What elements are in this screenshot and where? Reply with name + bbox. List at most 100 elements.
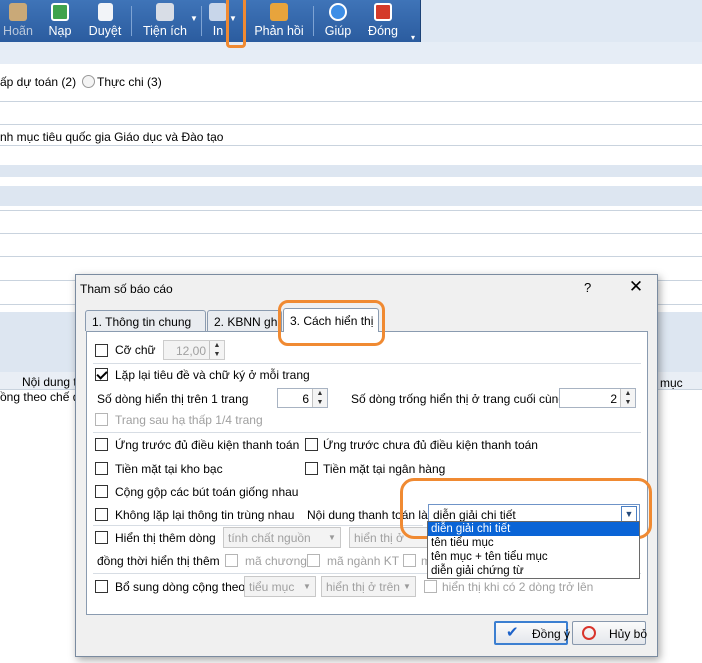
dialog-title: Tham số báo cáo <box>80 282 173 296</box>
divider <box>93 525 423 526</box>
extra-row-source-select[interactable]: tính chất nguồn ▼ <box>223 527 341 548</box>
divider <box>93 432 641 433</box>
cash-bank-checkbox[interactable] <box>305 462 318 475</box>
next-page-label: Trang sau hạ thấp 1/4 trang <box>115 413 263 427</box>
toolbar-separator <box>313 6 314 36</box>
total-by-select[interactable]: tiểu mục ▼ <box>244 576 316 597</box>
spin-arrows-icon[interactable]: ▲ ▼ <box>312 389 327 407</box>
no-repeat-checkbox[interactable] <box>95 508 108 521</box>
tab-general-info[interactable]: 1. Thông tin chung <box>85 310 206 331</box>
divider <box>0 233 702 234</box>
tools-icon <box>156 3 174 21</box>
blank-rows-label: Số dòng trống hiển thị ở trang cuối cùng <box>351 392 566 406</box>
font-size-label: Cỡ chữ <box>115 343 156 357</box>
tab-kbnn[interactable]: 2. KBNN ghi <box>207 310 282 331</box>
toolbar-utilities-button[interactable]: Tiện ích <box>139 0 191 42</box>
background-band <box>0 165 702 177</box>
total-two-rows-checkbox[interactable] <box>424 580 437 593</box>
column-item-header: mục <box>660 376 683 390</box>
toolbar-feedback-button[interactable]: Phản hồi <box>252 0 306 42</box>
sector-code-label: mã ngành KT <box>327 554 400 568</box>
toolbar-close-button[interactable]: Đóng <box>365 0 401 42</box>
font-size-spinner[interactable]: 12,00 ▲ ▼ <box>163 340 225 360</box>
total-position-select[interactable]: hiển thị ở trên ▼ <box>321 576 416 597</box>
toolbar-approve-button[interactable]: Duyệt <box>86 0 124 42</box>
show-extra-row-checkbox[interactable] <box>95 531 108 544</box>
dialog-help-button[interactable]: ? <box>584 280 591 295</box>
ok-button[interactable]: ✔ Đồng ý <box>494 621 570 645</box>
toolbar-undo-button[interactable]: Hoãn <box>0 0 36 42</box>
divider <box>0 256 702 257</box>
toolbar-help-button[interactable]: Giúp <box>321 0 355 42</box>
chapter-code-label: mã chương <box>245 554 307 568</box>
font-size-checkbox[interactable] <box>95 344 108 357</box>
toolbar-separator <box>201 6 202 36</box>
chevron-down-icon[interactable]: ▼ <box>621 506 637 522</box>
add-total-row-label: Bổ sung dòng cộng theo <box>115 580 246 594</box>
dropdown-option-item-subitem-name[interactable]: tên mục + tên tiểu mục <box>428 550 639 564</box>
print-icon <box>209 3 227 21</box>
toolbar-empty-area <box>421 0 702 42</box>
undo-icon <box>9 3 27 21</box>
grid-row-text: ồng theo chế đ <box>0 390 80 404</box>
chevron-down-icon: ▼ <box>403 582 411 591</box>
also-show-label: đồng thời hiển thị thêm <box>97 554 220 568</box>
toolbar-overflow-icon[interactable]: ▾ <box>411 33 415 42</box>
chapter-code-checkbox[interactable] <box>225 554 238 567</box>
close-icon <box>374 3 392 21</box>
advance-eligible-label: Ứng trước đủ điều kiện thanh toán <box>115 438 300 452</box>
no-repeat-label: Không lặp lại thông tin trùng nhau <box>115 508 295 522</box>
advance-not-eligible-label: Ứng trước chưa đủ điều kiện thanh toán <box>323 438 538 452</box>
advance-not-eligible-checkbox[interactable] <box>305 438 318 451</box>
toolbar-print-button[interactable]: In <box>206 0 230 42</box>
dropdown-option-voucher-description[interactable]: diễn giải chứng từ <box>428 564 639 578</box>
background-band <box>0 42 702 64</box>
toolbar-separator <box>243 6 244 36</box>
toolbar-separator <box>131 6 132 36</box>
radio-actual-label: Thực chi (3) <box>97 75 162 89</box>
dropdown-option-detail[interactable]: diễn giải chi tiết <box>428 522 639 536</box>
program-field[interactable]: nh mục tiêu quốc gia Giáo dục và Đào tạo <box>0 124 702 146</box>
divider <box>93 363 641 364</box>
cash-treasury-checkbox[interactable] <box>95 462 108 475</box>
radio-actual-button[interactable] <box>82 75 95 88</box>
payment-content-dropdown-list: diễn giải chi tiết tên tiểu mục tên mục … <box>427 521 640 579</box>
extra-code-checkbox[interactable] <box>403 554 416 567</box>
cancel-button[interactable]: Hủy bỏ <box>572 621 647 645</box>
chevron-down-icon: ▼ <box>303 582 311 591</box>
approve-icon <box>97 3 113 21</box>
next-page-checkbox[interactable] <box>95 413 108 426</box>
main-toolbar: Hoãn Nạp Duyệt Tiện ích ▼ In ▼ Phản hồi … <box>0 0 421 42</box>
add-total-row-checkbox[interactable] <box>95 580 108 593</box>
toolbar-load-button[interactable]: Nạp <box>44 0 76 42</box>
dialog-close-button[interactable]: ✕ <box>626 277 646 297</box>
advance-eligible-checkbox[interactable] <box>95 438 108 451</box>
background-band <box>0 186 702 206</box>
checkmark-icon: ✔ <box>506 624 519 641</box>
blank-rows-spinner[interactable]: 2 ▲ ▼ <box>559 388 636 408</box>
divider <box>0 101 702 102</box>
rows-per-page-spinner[interactable]: 6 ▲ ▼ <box>277 388 328 408</box>
megaphone-icon <box>270 3 288 21</box>
divider <box>0 210 702 211</box>
cash-treasury-label: Tiền mặt tại kho bạc <box>115 462 223 476</box>
repeat-header-label: Lặp lại tiêu đề và chữ ký ở mỗi trang <box>115 368 310 382</box>
merge-entries-checkbox[interactable] <box>95 485 108 498</box>
spin-arrows-icon[interactable]: ▲ ▼ <box>209 341 224 359</box>
spin-arrows-icon[interactable]: ▲ ▼ <box>620 389 635 407</box>
rows-per-page-label: Số dòng hiển thị trên 1 trang <box>97 392 249 406</box>
total-two-rows-label: hiển thị khi có 2 dòng trở lên <box>442 580 594 594</box>
show-extra-row-label: Hiển thị thêm dòng <box>115 531 216 545</box>
load-icon <box>51 3 69 21</box>
payment-content-label: Nội dung thanh toán là <box>307 508 428 522</box>
chevron-down-icon: ▼ <box>328 533 336 542</box>
radio-estimate[interactable]: ấp dự toán (2) <box>0 75 76 89</box>
sector-code-checkbox[interactable] <box>307 554 320 567</box>
cash-bank-label: Tiền mặt tại ngân hàng <box>323 462 446 476</box>
dropdown-option-subitem-name[interactable]: tên tiểu mục <box>428 536 639 550</box>
repeat-header-checkbox[interactable] <box>95 368 108 381</box>
extra-row-position-select[interactable]: hiển thị ở <box>349 527 429 548</box>
help-icon <box>329 3 347 21</box>
tab-display-options[interactable]: 3. Cách hiển thị <box>283 308 379 332</box>
cancel-icon <box>582 626 596 640</box>
